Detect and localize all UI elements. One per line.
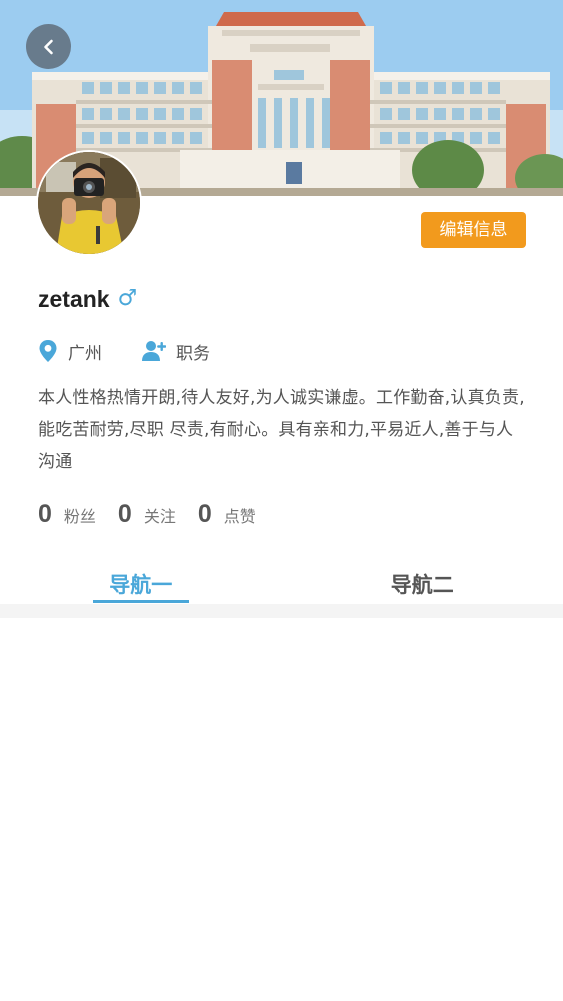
stat-likes[interactable]: 0 点赞 <box>198 500 256 529</box>
avatar-photo <box>38 152 140 254</box>
stat-followers[interactable]: 0 粉丝 <box>38 500 96 529</box>
username: zetank <box>38 285 110 312</box>
position-item: 职务 <box>142 339 210 364</box>
tab-nav-two[interactable]: 导航二 <box>282 560 563 606</box>
tab-bar: 导航一 导航二 <box>0 560 563 606</box>
stat-value: 0 <box>38 499 52 528</box>
stats-row: 0 粉丝 0 关注 0 点赞 <box>38 497 278 531</box>
avatar[interactable] <box>38 152 140 254</box>
male-icon: ♂ <box>117 286 138 311</box>
stat-value: 0 <box>117 499 132 528</box>
profile-bio: 本人性格热情开朗,待人友好,为人诚实谦虚。工作勤奋,认真负责,能吃苦耐劳,尽职 … <box>38 388 525 472</box>
stat-label: 粉丝 <box>63 506 96 526</box>
map-pin-icon <box>39 340 57 362</box>
stat-label: 关注 <box>143 506 176 526</box>
stat-value: 0 <box>197 499 212 528</box>
position-text: 职务 <box>176 343 210 364</box>
tab-divider <box>0 604 563 618</box>
stat-label: 点赞 <box>223 506 256 526</box>
edit-profile-button[interactable]: 编辑信息 <box>421 212 526 248</box>
location-item: 广州 <box>38 339 102 364</box>
tab-nav-one[interactable]: 导航一 <box>0 560 282 606</box>
stat-following[interactable]: 0 关注 <box>118 500 176 529</box>
name-row: zetank ♂ <box>38 283 137 315</box>
meta-row: 广州 职务 <box>38 337 210 365</box>
user-plus-icon <box>142 341 166 361</box>
chevron-left-icon <box>43 39 53 54</box>
back-button[interactable] <box>26 24 71 69</box>
location-text: 广州 <box>68 343 102 364</box>
